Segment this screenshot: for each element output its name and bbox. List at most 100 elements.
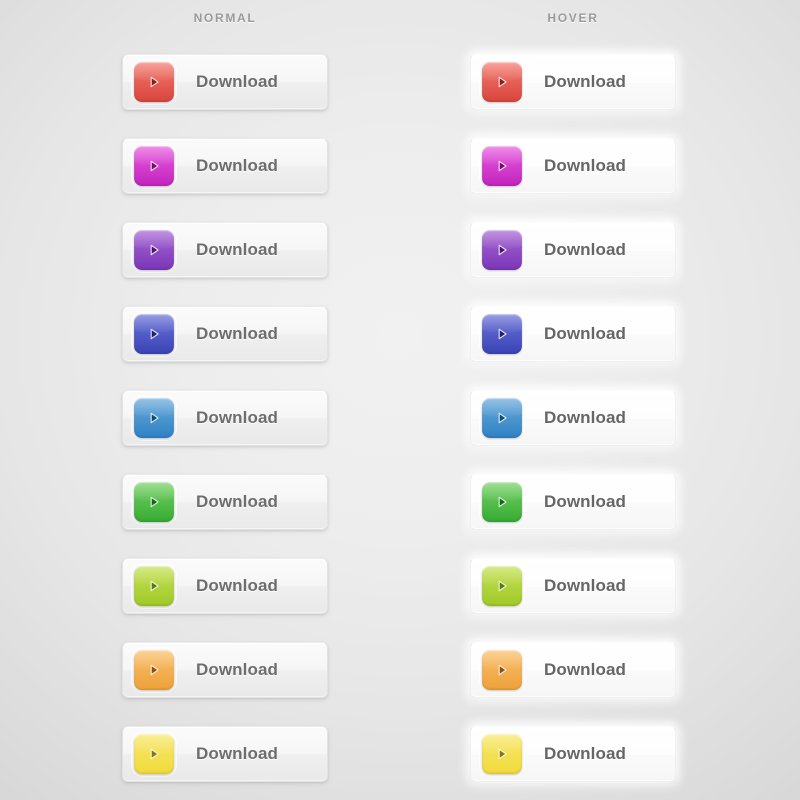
play-icon-face — [482, 650, 522, 690]
button-row: Download — [470, 54, 676, 110]
play-icon-face — [482, 314, 522, 354]
button-row: Download — [470, 474, 676, 530]
play-icon — [131, 311, 177, 357]
download-button-purple-hover[interactable]: Download — [470, 222, 676, 278]
play-icon — [479, 479, 525, 525]
play-icon-glyph — [498, 748, 507, 760]
download-button-label: Download — [196, 156, 279, 175]
download-button-red-normal[interactable]: Download — [122, 54, 328, 110]
button-row: Download — [122, 474, 328, 530]
play-icon-glyph — [150, 76, 159, 88]
download-button-indigo-normal[interactable]: Download — [122, 306, 328, 362]
play-icon — [131, 563, 177, 609]
download-button-label: Download — [196, 240, 279, 259]
play-icon — [479, 143, 525, 189]
download-button-label: Download — [544, 492, 627, 511]
button-row: Download — [470, 558, 676, 614]
download-button-green-normal[interactable]: Download — [122, 474, 328, 530]
download-button-lime-hover[interactable]: Download — [470, 558, 676, 614]
play-icon-face — [482, 146, 522, 186]
download-button-label: Download — [544, 660, 627, 679]
play-icon-glyph — [498, 76, 507, 88]
play-icon-glyph — [498, 160, 507, 172]
play-icon-face — [134, 566, 174, 606]
play-icon-face — [134, 650, 174, 690]
download-button-blue-normal[interactable]: Download — [122, 390, 328, 446]
button-column-normal: Download Download Download Download Download… — [122, 54, 328, 782]
play-icon-glyph — [150, 160, 159, 172]
play-icon — [131, 395, 177, 441]
button-row: Download — [122, 726, 328, 782]
play-icon-glyph — [498, 244, 507, 256]
play-icon — [479, 563, 525, 609]
play-icon — [131, 479, 177, 525]
play-icon-face — [482, 482, 522, 522]
button-row: Download — [122, 558, 328, 614]
play-icon-face — [134, 62, 174, 102]
download-button-label: Download — [196, 744, 279, 763]
button-row: Download — [122, 390, 328, 446]
button-row: Download — [122, 306, 328, 362]
download-button-orange-normal[interactable]: Download — [122, 642, 328, 698]
button-row: Download — [470, 726, 676, 782]
download-button-label: Download — [544, 72, 627, 91]
play-icon-face — [482, 734, 522, 774]
play-icon — [131, 731, 177, 777]
download-button-label: Download — [196, 576, 279, 595]
play-icon-face — [134, 482, 174, 522]
download-button-label: Download — [196, 324, 279, 343]
button-row: Download — [122, 642, 328, 698]
download-button-label: Download — [544, 576, 627, 595]
play-icon — [479, 731, 525, 777]
play-icon — [479, 395, 525, 441]
play-icon-face — [134, 314, 174, 354]
play-icon — [479, 647, 525, 693]
play-icon-glyph — [150, 496, 159, 508]
download-button-magenta-normal[interactable]: Download — [122, 138, 328, 194]
button-row: Download — [470, 222, 676, 278]
button-row: Download — [122, 138, 328, 194]
download-button-yellow-hover[interactable]: Download — [470, 726, 676, 782]
download-button-label: Download — [196, 72, 279, 91]
button-row: Download — [470, 138, 676, 194]
play-icon — [131, 143, 177, 189]
download-button-label: Download — [196, 408, 279, 427]
play-icon — [479, 227, 525, 273]
play-icon-glyph — [498, 328, 507, 340]
download-button-label: Download — [196, 492, 279, 511]
play-icon-glyph — [150, 748, 159, 760]
play-icon-face — [134, 398, 174, 438]
play-icon-face — [134, 146, 174, 186]
button-row: Download — [470, 390, 676, 446]
download-button-purple-normal[interactable]: Download — [122, 222, 328, 278]
download-button-green-hover[interactable]: Download — [470, 474, 676, 530]
download-button-orange-hover[interactable]: Download — [470, 642, 676, 698]
download-button-indigo-hover[interactable]: Download — [470, 306, 676, 362]
download-button-label: Download — [544, 744, 627, 763]
column-header-normal: NORMAL — [193, 11, 257, 25]
play-icon-glyph — [498, 580, 507, 592]
download-button-label: Download — [544, 324, 627, 343]
button-column-hover: Download Download Download Download Download… — [470, 54, 676, 782]
play-icon-glyph — [150, 664, 159, 676]
column-header-hover: HOVER — [547, 11, 599, 25]
download-button-magenta-hover[interactable]: Download — [470, 138, 676, 194]
play-icon-glyph — [150, 580, 159, 592]
download-button-lime-normal[interactable]: Download — [122, 558, 328, 614]
page-root: NORMAL HOVER Download Download Download Dow… — [0, 0, 800, 800]
play-icon-face — [482, 62, 522, 102]
play-icon — [131, 59, 177, 105]
play-icon-face — [134, 230, 174, 270]
download-button-yellow-normal[interactable]: Download — [122, 726, 328, 782]
play-icon-face — [134, 734, 174, 774]
play-icon-glyph — [498, 664, 507, 676]
play-icon — [479, 59, 525, 105]
play-icon-face — [482, 398, 522, 438]
play-icon-face — [482, 566, 522, 606]
button-row: Download — [470, 642, 676, 698]
download-button-blue-hover[interactable]: Download — [470, 390, 676, 446]
download-button-label: Download — [196, 660, 279, 679]
download-button-red-hover[interactable]: Download — [470, 54, 676, 110]
play-icon — [131, 647, 177, 693]
play-icon-glyph — [498, 412, 507, 424]
